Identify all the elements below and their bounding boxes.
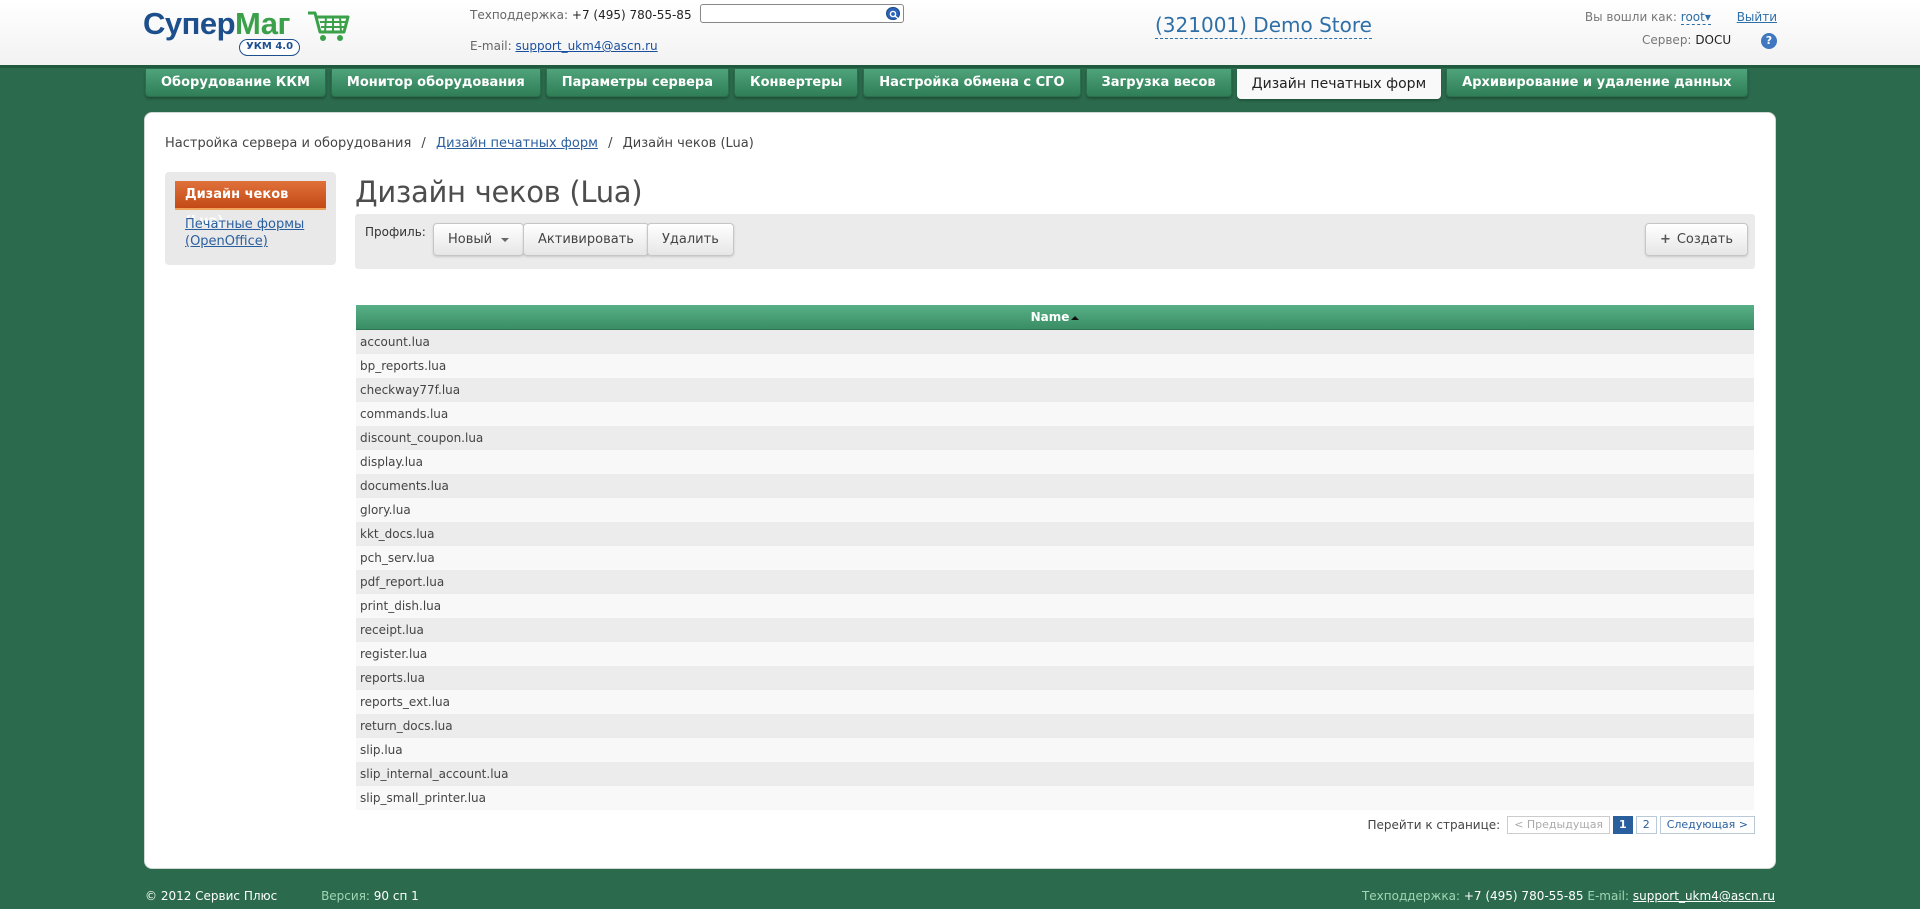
tab-print-forms-design[interactable]: Дизайн печатных форм: [1236, 69, 1442, 99]
username: root: [1680, 10, 1705, 24]
pagination-label: Перейти к странице:: [1367, 818, 1501, 832]
footer-phone-label: Техподдержка:: [1361, 889, 1461, 903]
main-panel: Настройка сервера и оборудования / Дизай…: [144, 112, 1776, 869]
logout-link[interactable]: Выйти: [1737, 10, 1777, 24]
cart-icon: [308, 11, 350, 41]
table-row[interactable]: display.lua: [356, 450, 1754, 474]
footer-left: © 2012 Сервис Плюс Версия: 90 сп 1: [145, 889, 419, 903]
table-row[interactable]: register.lua: [356, 642, 1754, 666]
delete-button[interactable]: Удалить: [647, 223, 734, 256]
table-row[interactable]: reports.lua: [356, 666, 1754, 690]
create-label: Создать: [1676, 232, 1733, 247]
chevron-down-icon: [501, 237, 510, 242]
table-row[interactable]: documents.lua: [356, 474, 1754, 498]
version-label: Версия:: [321, 889, 370, 903]
copyright: © 2012 Сервис Плюс: [145, 889, 278, 903]
plus-icon: +: [1659, 232, 1671, 247]
next-page-button[interactable]: Следующая >: [1659, 816, 1755, 834]
table-row[interactable]: commands.lua: [356, 402, 1754, 426]
table-row[interactable]: glory.lua: [356, 498, 1754, 522]
profile-value: Новый: [448, 232, 493, 247]
server-label: Сервер:: [1641, 33, 1692, 47]
tab-scales-upload[interactable]: Загрузка весов: [1085, 69, 1232, 97]
main-tabs: Оборудование ККМ Монитор оборудования Па…: [145, 69, 1748, 99]
table-row[interactable]: slip.lua: [356, 738, 1754, 762]
table-row[interactable]: checkway77f.lua: [356, 378, 1754, 402]
table-row[interactable]: discount_coupon.lua: [356, 426, 1754, 450]
table-row[interactable]: print_dish.lua: [356, 594, 1754, 618]
version-value: 90 сп 1: [373, 889, 419, 903]
column-header-label: Name: [1030, 310, 1070, 324]
table-row[interactable]: pdf_report.lua: [356, 570, 1754, 594]
footer-email-label: E-mail:: [1587, 889, 1630, 903]
chevron-down-icon: ▾: [1704, 10, 1711, 24]
table-row[interactable]: slip_internal_account.lua: [356, 762, 1754, 786]
tab-sgo-exchange[interactable]: Настройка обмена с СГО: [863, 69, 1081, 97]
tab-converters[interactable]: Конвертеры: [733, 69, 859, 97]
table-row[interactable]: return_docs.lua: [356, 714, 1754, 738]
breadcrumb-separator: /: [421, 136, 426, 151]
server-value: DOCU: [1695, 33, 1732, 47]
tab-kkm-equipment[interactable]: Оборудование ККМ: [145, 69, 326, 97]
breadcrumb-current: Дизайн чеков (Lua): [622, 136, 754, 151]
header-phone-label: Техподдержка:: [470, 8, 569, 22]
table-row[interactable]: slip_small_printer.lua: [356, 786, 1754, 810]
search-icon[interactable]: [886, 7, 900, 20]
header-email-label: E-mail:: [470, 39, 512, 53]
version-badge: УКМ 4.0: [239, 39, 301, 56]
user-row: Вы вошли как: root▾ Выйти: [1585, 8, 1777, 27]
header-email-link[interactable]: support_ukm4@ascn.ru: [516, 39, 658, 53]
header-email-row: E-mail: support_ukm4@ascn.ru: [470, 37, 692, 56]
header-support-info: Техподдержка: +7 (495) 780-55-85 E-mail:…: [470, 6, 692, 56]
footer-phone-value: +7 (495) 780-55-85: [1463, 889, 1584, 903]
search-input[interactable]: [700, 4, 904, 23]
header-phone-value: +7 (495) 780-55-85: [571, 8, 692, 22]
toolbar: Профиль: Новый Активировать Удалить + Соз…: [355, 214, 1755, 269]
table-row[interactable]: pch_serv.lua: [356, 546, 1754, 570]
logo-text-part-2: Маг: [235, 6, 290, 41]
table-row[interactable]: receipt.lua: [356, 618, 1754, 642]
user-menu[interactable]: root▾: [1680, 10, 1711, 25]
header-phone-row: Техподдержка: +7 (495) 780-55-85: [470, 6, 692, 25]
top-header: СуперМаг УКМ 4.0 Техподдержка: +7 (495) …: [0, 0, 1920, 68]
logo-text: СуперМаг: [143, 5, 290, 43]
server-row: Сервер: DOCU ?: [1585, 31, 1777, 50]
breadcrumb-parent-link[interactable]: Дизайн печатных форм: [436, 136, 598, 151]
prev-page-button[interactable]: < Предыдущая: [1507, 816, 1611, 834]
user-info: Вы вошли как: root▾ Выйти Сервер: DOCU ?: [1585, 8, 1777, 50]
tab-equipment-monitor[interactable]: Монитор оборудования: [330, 69, 541, 97]
footer: © 2012 Сервис Плюс Версия: 90 сп 1 Техпо…: [0, 886, 1920, 909]
profile-label: Профиль:: [365, 225, 426, 239]
pagination: Перейти к странице: < Предыдущая 1 2 Сле…: [1368, 816, 1755, 834]
breadcrumb-root: Настройка сервера и оборудования: [165, 136, 412, 151]
table-row[interactable]: reports_ext.lua: [356, 690, 1754, 714]
help-icon[interactable]: ?: [1761, 32, 1777, 49]
side-menu-item-openoffice[interactable]: Печатные формы (OpenOffice): [185, 216, 325, 250]
page-button-2[interactable]: 2: [1635, 816, 1657, 834]
footer-email-link[interactable]: support_ukm4@ascn.ru: [1633, 889, 1775, 903]
table-row[interactable]: account.lua: [356, 330, 1754, 354]
create-button[interactable]: + Создать: [1644, 223, 1748, 256]
files-table: Name account.lua bp_reports.lua checkway…: [356, 305, 1754, 810]
page-title: Дизайн чеков (Lua): [355, 175, 643, 209]
side-menu-item-lua[interactable]: Дизайн чеков (Lua): [175, 181, 326, 229]
table-row[interactable]: kkt_docs.lua: [356, 522, 1754, 546]
breadcrumb-separator: /: [608, 136, 613, 151]
tab-server-params[interactable]: Параметры сервера: [545, 69, 729, 97]
sort-up-icon: [1071, 315, 1080, 320]
tab-archiving[interactable]: Архивирование и удаление данных: [1446, 69, 1748, 97]
activate-button[interactable]: Активировать: [523, 223, 649, 256]
footer-right: Техподдержка: +7 (495) 780-55-85 E-mail:…: [1362, 889, 1775, 903]
logged-in-label: Вы вошли как:: [1584, 10, 1677, 24]
table-row[interactable]: bp_reports.lua: [356, 354, 1754, 378]
column-header-name[interactable]: Name: [356, 305, 1754, 330]
side-menu: Дизайн чеков (Lua) Печатные формы (OpenO…: [165, 172, 336, 265]
profile-select[interactable]: Новый: [433, 223, 525, 256]
store-selector[interactable]: (321001) Demo Store: [1155, 13, 1372, 39]
breadcrumb: Настройка сервера и оборудования / Дизай…: [165, 136, 754, 151]
table-body: account.lua bp_reports.lua checkway77f.l…: [356, 330, 1754, 810]
logo-text-part-1: Супер: [143, 6, 236, 41]
page-button-1[interactable]: 1: [1613, 816, 1633, 834]
supermag-logo[interactable]: СуперМаг УКМ 4.0: [143, 5, 350, 57]
